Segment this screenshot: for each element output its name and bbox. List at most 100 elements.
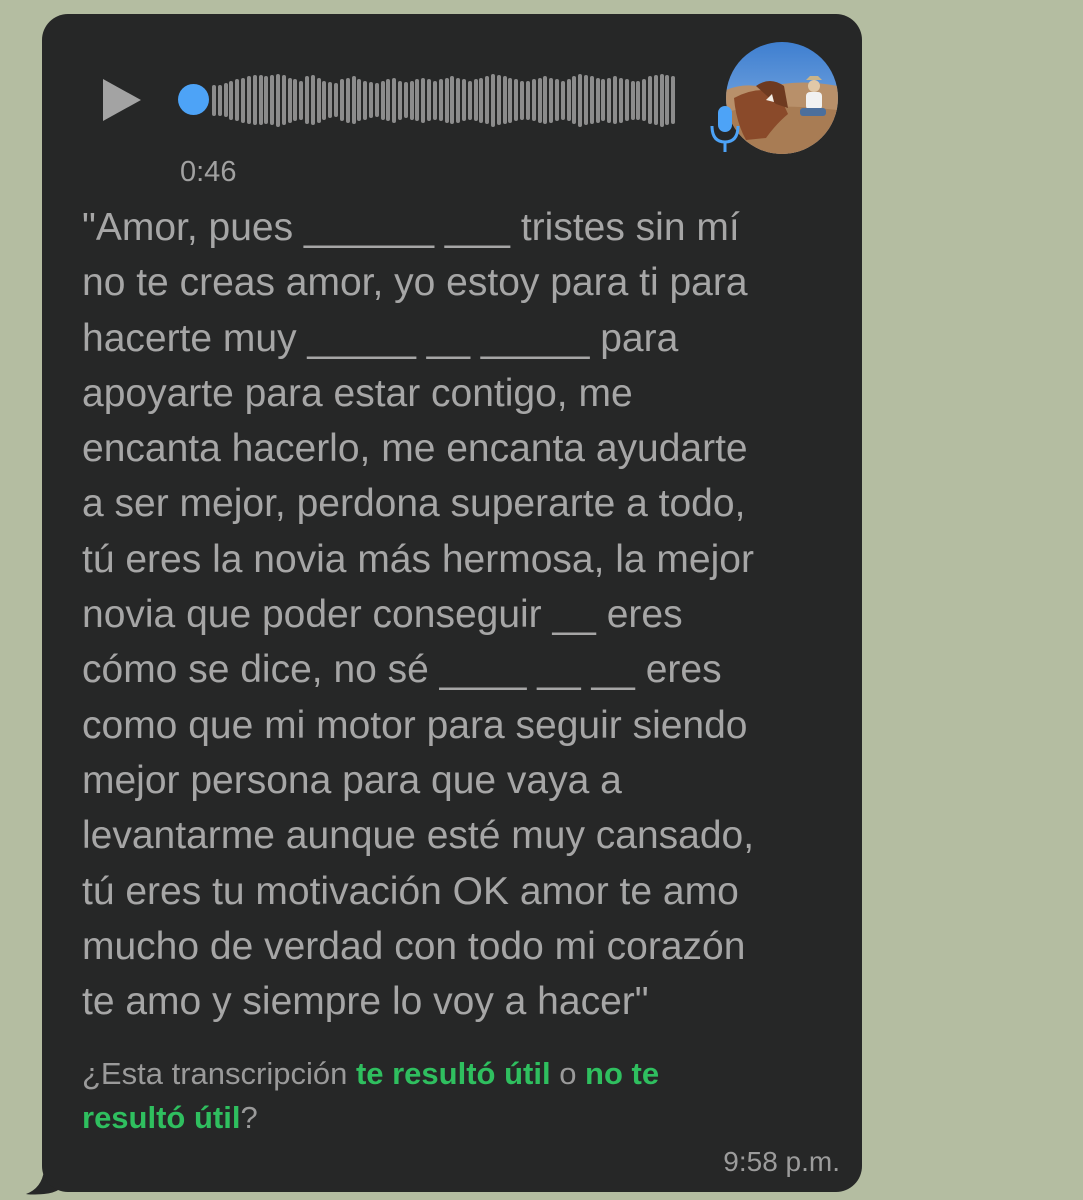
waveform-bar (653, 75, 658, 125)
waveform-bar (618, 77, 623, 123)
waveform-bar (665, 75, 670, 125)
waveform-bar (496, 75, 501, 125)
waveform-bar (438, 79, 443, 121)
feedback-middle: o (550, 1056, 586, 1091)
waveform-bar (351, 76, 356, 124)
playback-progress-knob[interactable] (178, 84, 209, 115)
audio-duration: 0:46 (180, 156, 237, 188)
voice-transcription: "Amor, pues ______ ___ tristes sin mí no … (82, 200, 842, 1029)
waveform-bar (578, 73, 583, 127)
waveform-bar (624, 79, 629, 121)
waveform-bar (322, 80, 327, 120)
waveform-bar (508, 77, 513, 123)
useful-link[interactable]: te resultó útil (356, 1056, 551, 1091)
waveform-bar (374, 83, 379, 117)
waveform-bar (212, 84, 216, 116)
waveform-bar (403, 82, 408, 118)
waveform-bar (339, 79, 344, 121)
waveform-bar (514, 79, 519, 121)
play-icon (103, 79, 141, 121)
waveform-bar (537, 77, 542, 123)
play-button[interactable] (96, 74, 148, 126)
waveform-bar (647, 76, 652, 124)
transcript-line: mejor persona para que vaya a (82, 758, 622, 802)
waveform-bar (421, 77, 426, 123)
transcript-line: mucho de verdad con todo mi corazón (82, 924, 746, 968)
transcript-line: como que mi motor para seguir siendo (82, 703, 748, 747)
waveform-bar (380, 80, 385, 120)
waveform-bar (543, 76, 548, 124)
transcript-line: cómo se dice, no sé ____ __ __ eres (82, 648, 722, 692)
feedback-suffix: ? (240, 1100, 258, 1135)
transcript-line: no te creas amor, yo estoy para ti para (82, 261, 748, 305)
waveform-bar (502, 76, 507, 124)
audio-waveform[interactable] (212, 70, 676, 130)
waveform-bar (461, 79, 466, 121)
waveform-bar (368, 82, 373, 118)
waveform-bar (299, 80, 304, 120)
transcript-line: tú eres tu motivación OK amor te amo (82, 869, 739, 913)
transcript-line: novia que poder conseguir __ eres (82, 593, 683, 637)
waveform-bar (491, 73, 495, 127)
waveform-bar (427, 79, 432, 121)
waveform-bar (241, 77, 246, 123)
waveform-bar (432, 80, 437, 120)
waveform-bar (549, 77, 554, 123)
transcript-line: tú eres la novia más hermosa, la mejor (82, 537, 754, 581)
waveform-bar (450, 76, 455, 124)
waveform-bar (589, 76, 594, 124)
waveform-bar (310, 75, 315, 125)
waveform-bar (252, 75, 257, 125)
microphone-icon (710, 106, 740, 152)
waveform-bar (345, 77, 350, 123)
waveform-bar (357, 79, 362, 121)
transcript-line: hacerte muy _____ __ _____ para (82, 316, 679, 360)
transcript-line: apoyarte para estar contigo, me (82, 371, 633, 415)
waveform-bar (671, 76, 676, 124)
feedback-prefix: ¿Esta transcripción (82, 1056, 356, 1091)
waveform-bar (363, 80, 368, 120)
waveform-bar (525, 80, 530, 120)
waveform-bar (409, 80, 414, 120)
waveform-bar (235, 79, 240, 121)
waveform-bar (601, 79, 606, 121)
waveform-bar (258, 75, 263, 125)
waveform-bar (229, 80, 234, 120)
waveform-bar (566, 79, 571, 121)
transcript-line: te amo y siempre lo voy a hacer" (82, 980, 649, 1024)
waveform-bar (473, 79, 478, 121)
waveform-bar (386, 79, 391, 121)
waveform-bar (572, 76, 577, 124)
waveform-bar (642, 79, 647, 121)
waveform-bar (392, 77, 397, 123)
waveform-bar (281, 75, 286, 125)
waveform-bar (223, 83, 228, 117)
waveform-bar (217, 84, 222, 116)
waveform-bar (316, 77, 321, 123)
waveform-bar (264, 76, 269, 124)
transcript-line: a ser mejor, perdona superarte a todo, (82, 482, 746, 526)
waveform-bar (246, 76, 251, 124)
waveform-bar (270, 75, 275, 125)
waveform-bar (560, 80, 565, 120)
waveform-bar (467, 80, 472, 120)
waveform-bar (554, 79, 559, 121)
transcript-line: encanta hacerlo, me encanta ayudarte (82, 427, 748, 471)
not-useful-link-part2[interactable]: resultó útil (82, 1100, 240, 1135)
waveform-bar (636, 80, 641, 120)
not-useful-link-part1[interactable]: no te (585, 1056, 659, 1091)
waveform-bar (305, 76, 309, 124)
waveform-bar (607, 77, 612, 123)
waveform-bar (595, 77, 600, 123)
transcription-feedback: ¿Esta transcripción te resultó útil o no… (82, 1052, 782, 1140)
waveform-bar (287, 77, 292, 123)
transcript-line: "Amor, pues ______ ___ tristes sin mí (82, 206, 740, 249)
waveform-bar (328, 82, 333, 118)
waveform-bar (334, 83, 339, 117)
waveform-bar (659, 73, 664, 127)
waveform-bar (584, 75, 588, 125)
waveform-bar (456, 77, 461, 123)
waveform-bar (444, 77, 449, 123)
waveform-bar (479, 77, 484, 123)
waveform-bar (531, 79, 536, 121)
